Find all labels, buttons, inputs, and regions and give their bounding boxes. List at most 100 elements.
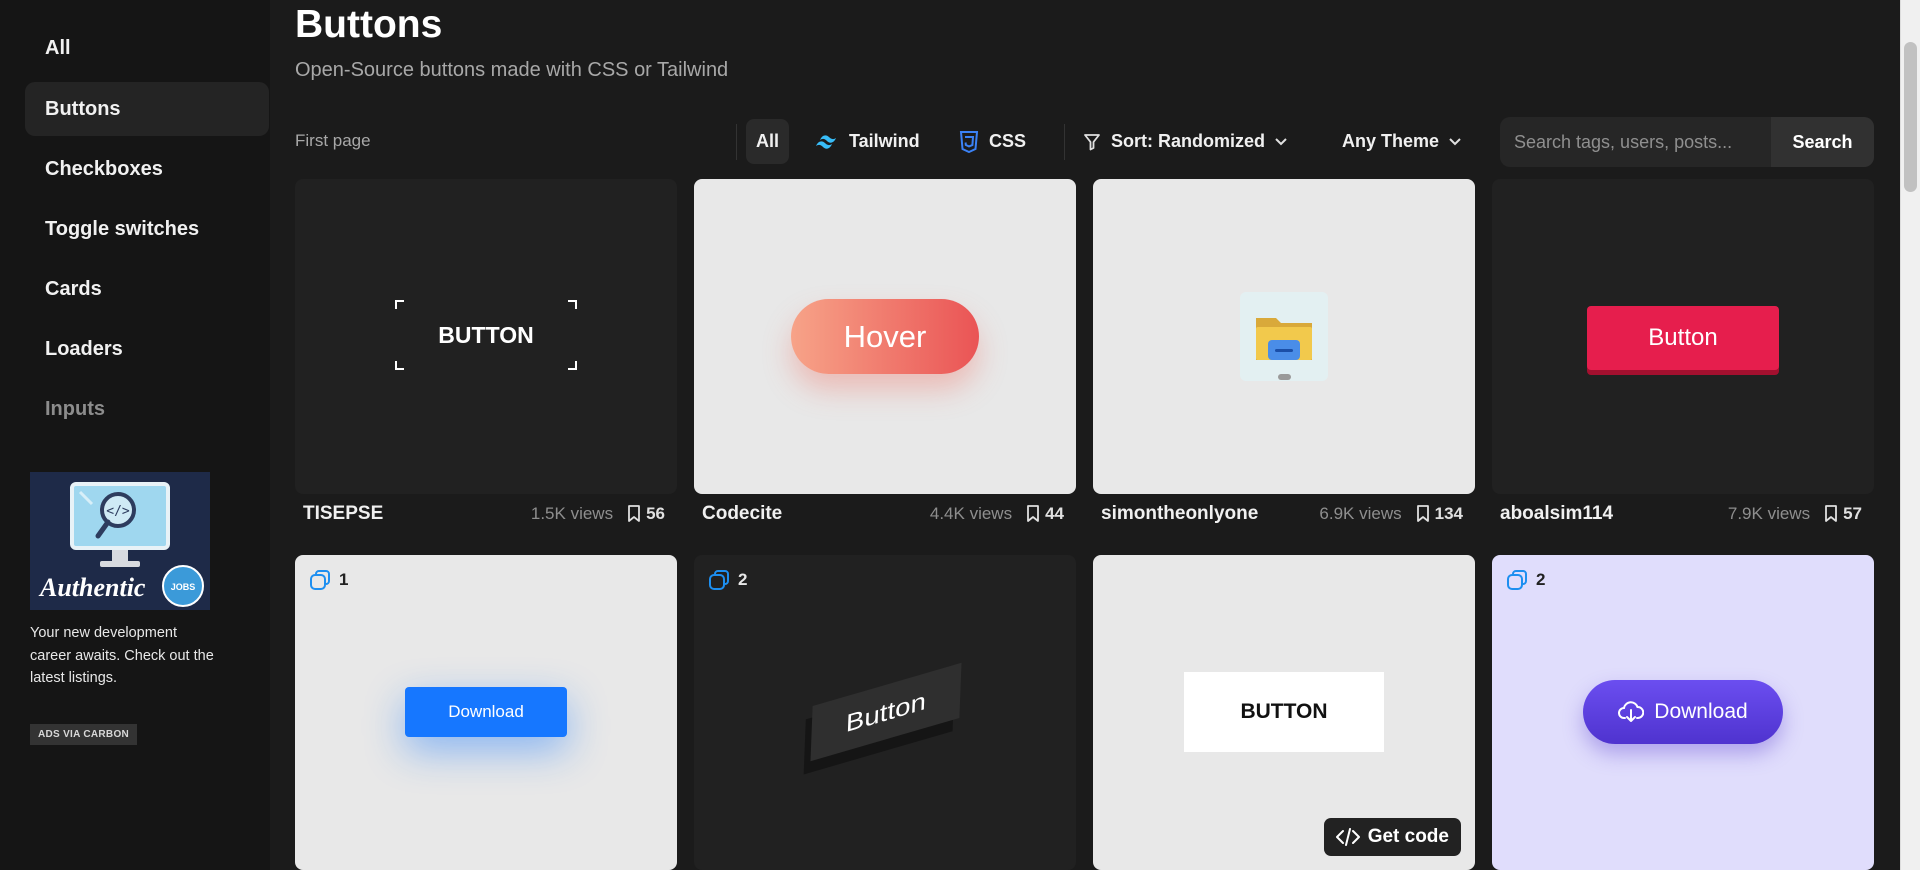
preview-purple-download-button[interactable]: Download xyxy=(1583,680,1783,744)
filter-all[interactable]: All xyxy=(746,119,790,164)
preview-hover-button[interactable]: Hover xyxy=(791,299,979,374)
code-icon xyxy=(1335,828,1360,846)
author-link[interactable]: simontheonlyone xyxy=(1093,503,1258,525)
card-download-blue[interactable]: 1 Download xyxy=(295,555,677,870)
sidebar-item-all[interactable]: All xyxy=(25,21,269,75)
sidebar-item-toggle-switches[interactable]: Toggle switches xyxy=(25,202,269,256)
sidebar-item-buttons[interactable]: Buttons xyxy=(25,82,269,136)
saves-count: 134 xyxy=(1434,504,1463,523)
sidebar-item-inputs[interactable]: Inputs xyxy=(25,382,269,436)
preview-corner-button[interactable]: BUTTON xyxy=(395,300,577,370)
chevron-down-icon xyxy=(1449,137,1461,145)
get-code-label: Get code xyxy=(1367,826,1449,847)
saves-count: 44 xyxy=(1045,504,1064,523)
sidebar-item-loaders[interactable]: Loaders xyxy=(25,322,269,376)
card-aboalsim114[interactable]: Button xyxy=(1492,179,1874,494)
variant-number: 1 xyxy=(339,570,349,589)
variant-count: 2 xyxy=(1506,569,1545,591)
filter-all-label: All xyxy=(756,131,780,151)
theme-label: Any Theme xyxy=(1342,131,1440,151)
svg-text:JOBS: JOBS xyxy=(171,582,196,592)
preview-label: BUTTON xyxy=(1240,700,1328,723)
preview-crimson-button[interactable]: Button xyxy=(1587,306,1779,370)
ad-text[interactable]: Your new development career awaits. Chec… xyxy=(30,622,220,690)
ads-via-carbon-badge[interactable]: ADS VIA CARBON xyxy=(30,724,138,745)
card-tisepse[interactable]: BUTTON xyxy=(295,179,677,494)
preview-download-button[interactable]: Download xyxy=(405,687,567,737)
bookmark-button[interactable]: 44 xyxy=(1026,504,1064,524)
svg-text:</>: </> xyxy=(106,504,130,519)
bookmark-icon xyxy=(1416,505,1429,522)
cloud-download-icon xyxy=(1618,701,1645,722)
css-icon xyxy=(959,130,979,153)
variant-number: 2 xyxy=(738,570,748,589)
card-3d-button[interactable]: 2 Button xyxy=(694,555,1076,870)
variant-number: 2 xyxy=(1536,570,1546,589)
search-bar: Search xyxy=(1500,117,1874,167)
tailwind-icon xyxy=(816,134,836,149)
card-meta: simontheonlyone 6.9K views 134 xyxy=(1093,499,1475,529)
scrollbar[interactable] xyxy=(1900,0,1920,870)
page-title: Buttons xyxy=(295,3,443,46)
sidebar-item-cards[interactable]: Cards xyxy=(25,262,269,316)
preview-label: Hover xyxy=(843,318,927,354)
views-count: 4.4K views xyxy=(929,504,1013,523)
sidebar: All Buttons Checkboxes Toggle switches C… xyxy=(0,0,270,870)
author-link[interactable]: aboalsim114 xyxy=(1492,503,1613,525)
scrollbar-thumb[interactable] xyxy=(1904,42,1917,192)
card-meta: aboalsim114 7.9K views 57 xyxy=(1492,499,1874,529)
filter-css[interactable]: CSS xyxy=(949,119,1036,164)
sort-dropdown[interactable]: Sort: Randomized xyxy=(1073,119,1297,164)
card-meta: Codecite 4.4K views 44 xyxy=(694,499,1076,529)
bookmark-icon xyxy=(1027,505,1039,522)
preview-folder-button[interactable] xyxy=(1240,292,1328,381)
author-link[interactable]: TISEPSE xyxy=(295,503,383,525)
get-code-button[interactable]: Get code xyxy=(1323,818,1461,856)
folder-indicator xyxy=(1278,374,1291,380)
preview-3d-button[interactable]: Button xyxy=(810,662,962,762)
sidebar-item-checkboxes[interactable]: Checkboxes xyxy=(25,142,269,196)
first-page-label: First page xyxy=(295,131,371,150)
preview-white-button[interactable]: BUTTON xyxy=(1184,672,1384,752)
variant-count: 1 xyxy=(309,569,348,591)
saves-count: 56 xyxy=(646,504,665,523)
filter-tailwind-label: Tailwind xyxy=(849,131,920,151)
card-download-purple[interactable]: 2 Download xyxy=(1492,555,1874,870)
bookmark-icon xyxy=(1825,505,1837,522)
chevron-down-icon xyxy=(1275,137,1287,145)
page-subtitle: Open-Source buttons made with CSS or Tai… xyxy=(295,59,729,81)
bookmark-icon xyxy=(628,505,640,522)
card-meta: TISEPSE 1.5K views 56 xyxy=(295,499,677,529)
filter-tailwind[interactable]: Tailwind xyxy=(803,119,930,164)
views-count: 6.9K views xyxy=(1319,504,1402,523)
preview-label: Download xyxy=(448,702,524,721)
search-button[interactable]: Search xyxy=(1771,117,1874,167)
card-simontheonlyone[interactable] xyxy=(1093,179,1475,494)
divider xyxy=(736,124,737,160)
ad-monitor-illustration: </> JOBS Authentic xyxy=(30,472,210,610)
bookmark-button[interactable]: 56 xyxy=(627,504,665,524)
variants-icon xyxy=(310,570,330,590)
divider xyxy=(1064,124,1065,160)
preview-label: Button xyxy=(1648,324,1718,351)
bookmark-button[interactable]: 134 xyxy=(1416,504,1463,524)
variants-icon xyxy=(709,570,729,590)
svg-text:Authentic: Authentic xyxy=(38,573,146,602)
author-link[interactable]: Codecite xyxy=(694,503,782,525)
saves-count: 57 xyxy=(1843,504,1862,523)
folder-icon xyxy=(1256,317,1312,360)
sort-label: Sort: Randomized xyxy=(1111,131,1266,151)
preview-label: Button xyxy=(845,685,927,738)
bookmark-button[interactable]: 57 xyxy=(1824,504,1862,524)
views-count: 1.5K views xyxy=(530,504,614,523)
search-input[interactable] xyxy=(1500,117,1771,167)
card-white-button[interactable]: BUTTON Get code xyxy=(1093,555,1475,870)
theme-dropdown[interactable]: Any Theme xyxy=(1332,119,1471,164)
filter-css-label: CSS xyxy=(989,131,1027,151)
ad-image[interactable]: </> JOBS Authentic xyxy=(30,472,210,610)
filter-funnel-icon xyxy=(1084,133,1100,150)
views-count: 7.9K views xyxy=(1727,504,1811,523)
card-codecite[interactable]: Hover xyxy=(694,179,1076,494)
variants-icon xyxy=(1507,570,1527,590)
corner-brackets-icon xyxy=(395,300,577,370)
